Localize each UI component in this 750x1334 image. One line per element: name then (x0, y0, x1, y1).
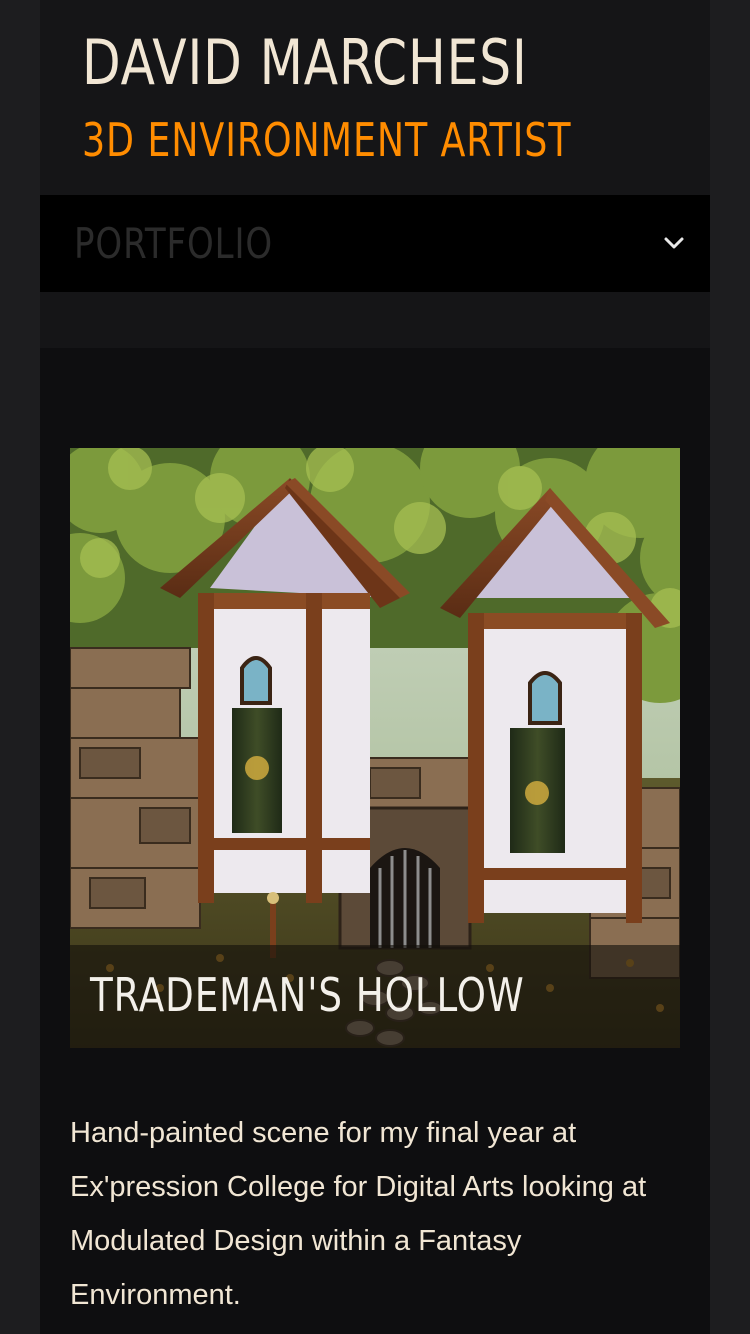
page-column: DAVID MARCHESI 3D ENVIRONMENT ARTIST POR… (40, 0, 710, 1334)
site-name[interactable]: DAVID MARCHESI (82, 28, 528, 98)
project-card[interactable]: TRADEMAN'S HOLLOW (70, 448, 680, 1048)
site-header: DAVID MARCHESI 3D ENVIRONMENT ARTIST (40, 0, 710, 195)
nav-current-label: PORTFOLIO (74, 219, 274, 268)
chevron-down-icon[interactable] (662, 231, 686, 255)
project-title[interactable]: TRADEMAN'S HOLLOW (90, 967, 525, 1023)
site-role: 3D ENVIRONMENT ARTIST (82, 113, 572, 167)
project-description: Hand-painted scene for my final year at … (70, 1117, 647, 1311)
nav-dropdown[interactable]: PORTFOLIO (40, 195, 710, 292)
project-caption: TRADEMAN'S HOLLOW (70, 945, 680, 1048)
main-content: TRADEMAN'S HOLLOW Hand-painted scene for… (40, 348, 710, 1334)
